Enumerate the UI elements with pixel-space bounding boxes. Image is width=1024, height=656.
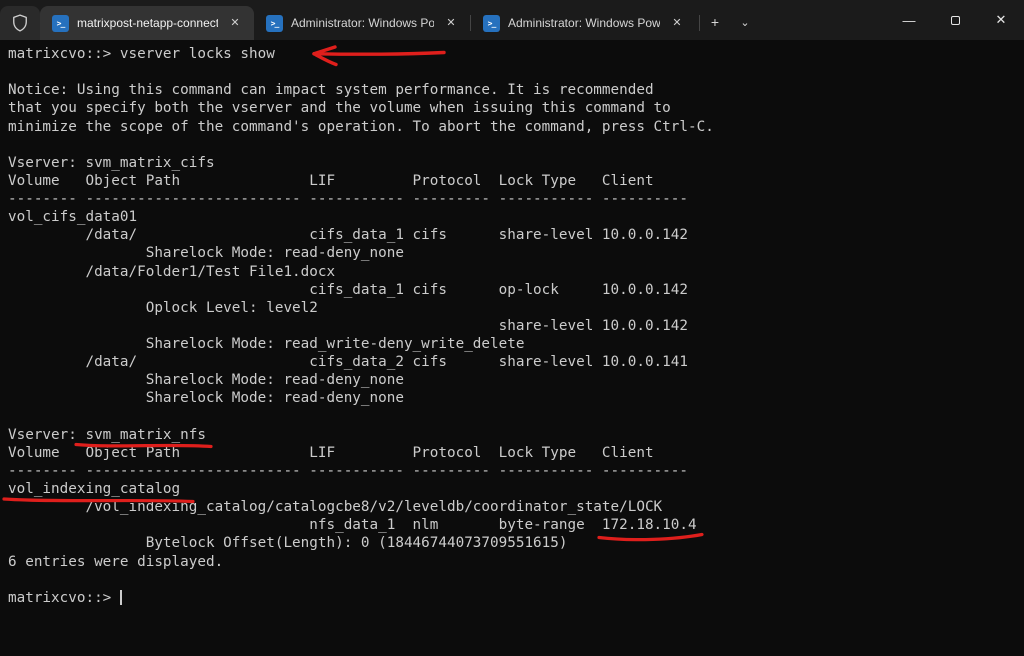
powershell-icon: >_ [52, 15, 69, 32]
tab-dropdown-button[interactable]: ⌄ [730, 7, 760, 37]
tab-title: Administrator: Windows Powe [508, 16, 660, 30]
powershell-icon: >_ [483, 15, 500, 32]
tab-matrixpost-netapp-connector[interactable]: >_ matrixpost-netapp-connector ✕ [40, 6, 254, 40]
close-window-button[interactable]: ✕ [978, 0, 1024, 40]
close-tab-icon[interactable]: ✕ [442, 14, 460, 32]
terminal-pane[interactable]: matrixcvo::> vserver locks show Notice: … [0, 40, 1024, 656]
terminal-window: >_ matrixpost-netapp-connector ✕ >_ Admi… [0, 0, 1024, 656]
maximize-icon [951, 16, 960, 25]
new-tab-button[interactable]: + [700, 7, 730, 37]
tab-bar: >_ matrixpost-netapp-connector ✕ >_ Admi… [0, 0, 1024, 40]
tab-title: Administrator: Windows Powe [291, 16, 434, 30]
tab-admin-powershell-1[interactable]: >_ Administrator: Windows Powe ✕ [254, 6, 470, 40]
tab-title: matrixpost-netapp-connector [77, 16, 218, 30]
minimize-button[interactable]: — [886, 0, 932, 40]
tab-admin-powershell-2[interactable]: >_ Administrator: Windows Powe ✕ [471, 6, 699, 40]
terminal-output: matrixcvo::> vserver locks show Notice: … [8, 45, 714, 607]
text-cursor [120, 590, 122, 605]
minimize-icon: — [903, 13, 916, 28]
close-tab-icon[interactable]: ✕ [668, 14, 686, 32]
close-tab-icon[interactable]: ✕ [226, 14, 244, 32]
elevated-indicator [0, 6, 40, 40]
close-icon: ✕ [996, 12, 1007, 28]
powershell-icon: >_ [266, 15, 283, 32]
maximize-button[interactable] [932, 0, 978, 40]
admin-shield-icon [10, 12, 30, 34]
